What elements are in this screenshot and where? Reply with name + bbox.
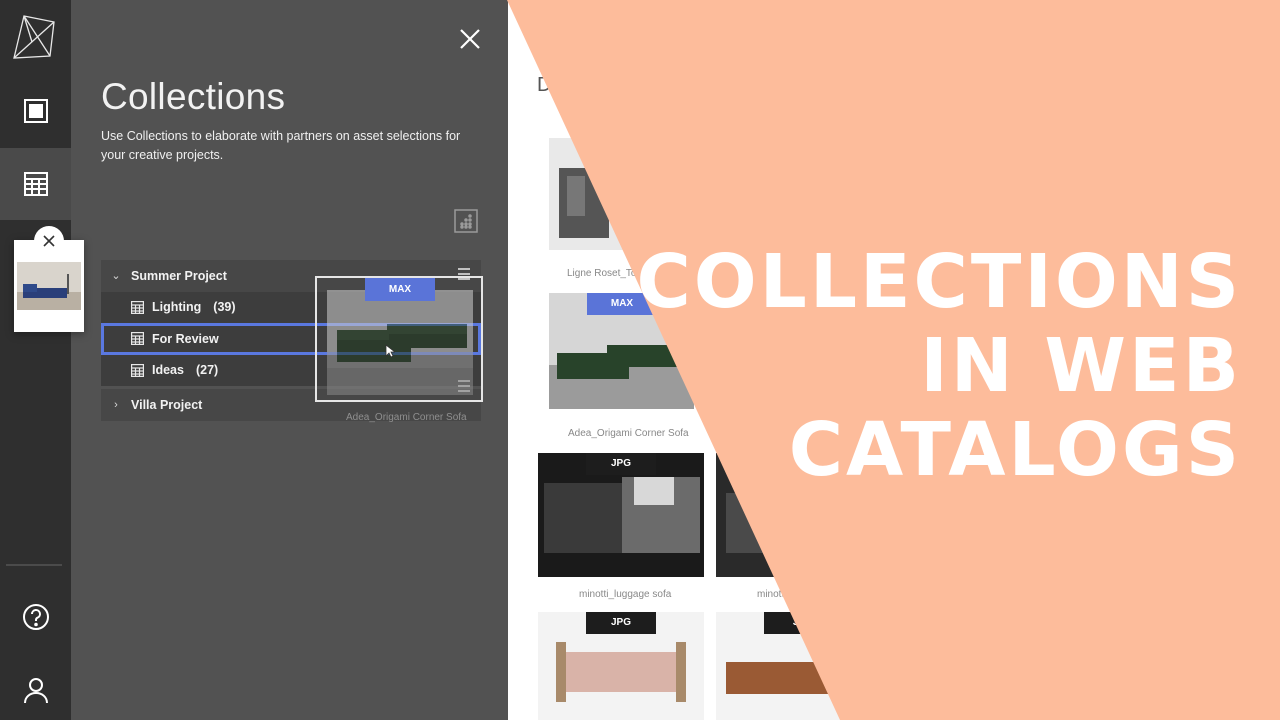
collection-grid-icon [131,300,144,314]
overlay-headline: COLLECTIONS IN WEB CATALOGS [636,240,1242,492]
collections-grid-icon [23,172,48,196]
sofa-thumbnail [327,290,473,395]
collections-button[interactable] [0,148,71,220]
chevron-down-icon[interactable]: ⌄ [101,269,131,282]
chevron-right-icon[interactable]: › [101,399,131,411]
asset-tile[interactable]: JP [716,612,856,720]
help-button[interactable] [0,581,71,653]
icon-rail [0,0,71,720]
close-icon [43,235,55,247]
headline-line-2: IN WEB [920,323,1242,409]
drag-preview-caption: Adea_Origami Corner Sofa [346,412,467,423]
asset-caption: minotti [757,589,787,600]
help-icon [22,604,49,630]
panel-title: Collections [101,76,286,117]
headline-line-3: CATALOGS [788,407,1242,493]
dashboard-icon [23,99,48,123]
close-icon[interactable] [457,26,483,52]
format-badge: JPG [586,612,656,634]
collection-count: (27) [195,363,219,378]
format-badge: JP [764,612,834,634]
remove-button[interactable] [34,226,64,256]
format-badge: MAX [365,278,435,301]
catalog-heading: D [537,74,552,96]
asset-tile[interactable] [549,138,699,250]
dragged-asset-card[interactable] [14,226,84,332]
headline-line-1: COLLECTIONS [636,239,1242,325]
sofa-thumbnail [17,262,81,310]
collection-label: Ideas [152,363,184,378]
collection-grid-icon [131,363,144,377]
collection-count: (39) [213,300,236,315]
panel-description: Use Collections to elaborate with partne… [101,129,461,162]
rail-divider [6,564,62,566]
collection-label: Lighting [152,300,202,315]
asset-caption: minotti_luggage sofa [579,589,672,600]
user-icon [23,678,48,704]
origami-logo-icon[interactable] [10,12,60,64]
asset-thumbnail [549,138,699,250]
user-button[interactable] [0,654,71,720]
dashboard-button[interactable] [0,75,71,147]
collection-grid-icon [131,332,144,346]
collection-label: For Review [152,331,219,346]
cursor-icon [385,344,395,358]
asset-tile[interactable]: JPG [538,612,704,720]
group-label: Summer Project [131,268,227,283]
asset-caption: Ligne Roset_Tog [567,268,643,279]
grid-view-toggle-icon[interactable] [454,209,478,233]
group-label: Villa Project [131,397,203,412]
drag-preview: MAX [315,276,483,402]
